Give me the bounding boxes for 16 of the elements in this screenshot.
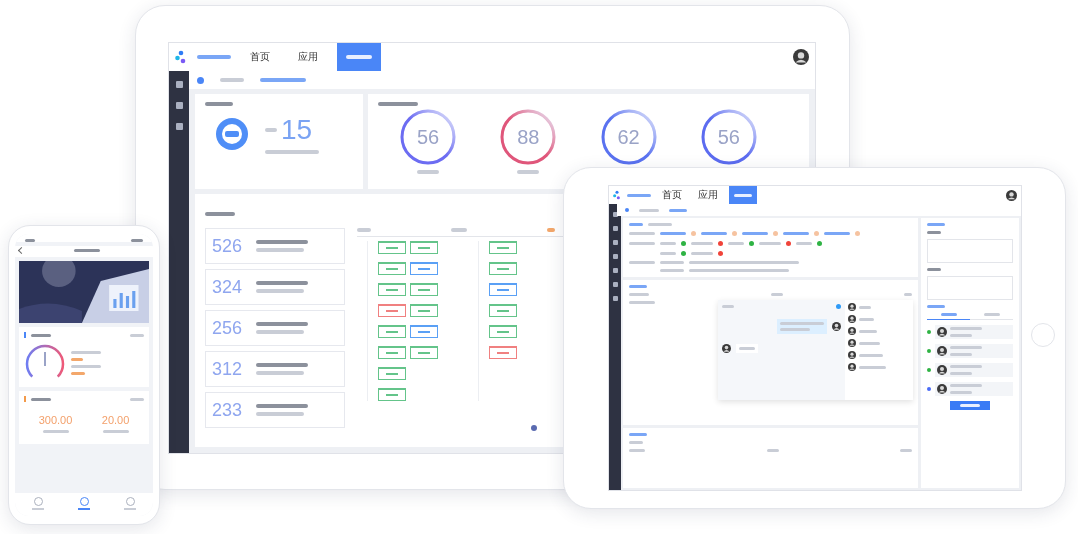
task-item[interactable]: 312 xyxy=(205,351,345,387)
nav-tab[interactable]: 首页 xyxy=(241,43,279,71)
task-item[interactable]: 324 xyxy=(205,269,345,305)
nav-tab[interactable]: 首页 xyxy=(657,186,687,204)
stat-value: 300.00 xyxy=(38,414,73,426)
task-item[interactable]: 256 xyxy=(205,310,345,346)
task-item[interactable]: 526 xyxy=(205,228,345,264)
ring-value: 56 xyxy=(716,125,741,149)
nav-tab[interactable]: 应用 xyxy=(693,186,723,204)
nav-tab[interactable]: 应用 xyxy=(289,43,327,71)
ring-value: 88 xyxy=(516,125,541,149)
overview-count: 15 xyxy=(281,114,313,146)
task-item[interactable]: 233 xyxy=(205,392,345,428)
stat-value: 20.00 xyxy=(101,414,130,426)
ring-value: 62 xyxy=(616,125,641,149)
ring-value: 56 xyxy=(416,125,441,149)
